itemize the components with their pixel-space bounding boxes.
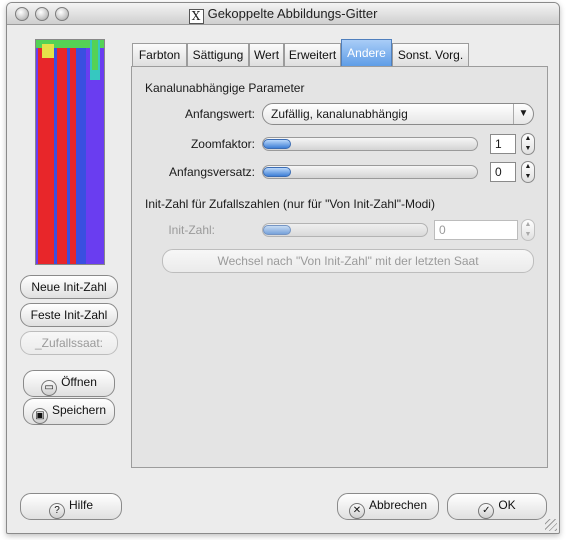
title-bar: X Gekoppelte Abbildungs-Gitter <box>7 3 559 25</box>
initial-value-select[interactable]: Zufällig, kanalunabhängig ▼ <box>262 103 534 125</box>
save-button-label: Speichern <box>51 403 107 417</box>
switch-to-seed-button[interactable]: Wechsel nach "Von Init-Zahl" mit der let… <box>162 249 534 273</box>
folder-icon: ▭ <box>41 380 58 396</box>
initial-value-selected: Zufällig, kanalunabhängig <box>271 107 408 121</box>
chevron-down-icon: ▼ <box>513 104 533 124</box>
open-button[interactable]: ▭ Öffnen <box>23 370 115 397</box>
preview-stripe <box>76 40 86 264</box>
new-seed-button[interactable]: Neue Init-Zahl <box>20 275 118 299</box>
save-button[interactable]: ▣ Speichern <box>23 398 115 425</box>
seed-label: Init-Zahl: <box>168 223 215 237</box>
seed-slider-thumb[interactable] <box>263 225 291 235</box>
preview-stripe <box>57 40 67 264</box>
zoom-slider-thumb[interactable] <box>263 139 291 149</box>
help-icon: ? <box>48 503 65 519</box>
ok-button[interactable]: ✓ OK <box>447 493 547 520</box>
help-button[interactable]: ? Hilfe <box>20 493 122 520</box>
cancel-button-label: Abbrechen <box>368 498 428 512</box>
tab-erweitert[interactable]: Erweitert <box>284 43 341 67</box>
ok-button-label: OK <box>498 498 516 512</box>
random-seed-button[interactable]: _Zufallssaat: <box>20 331 118 355</box>
seed-field[interactable]: 0 <box>434 220 518 240</box>
section-heading-seed: Init-Zahl für Zufallszahlen (nur für "Vo… <box>145 197 435 211</box>
resize-grip-icon[interactable] <box>545 519 557 531</box>
zoom-field[interactable]: 1 <box>490 134 516 154</box>
tab-andere[interactable]: Andere <box>341 39 392 67</box>
preview-stripe <box>92 40 98 70</box>
tab-sonst-vorg[interactable]: Sonst. Vorg. <box>392 43 469 67</box>
disk-icon: ▣ <box>31 408 48 424</box>
tab-saettigung[interactable]: Sättigung <box>187 43 249 67</box>
section-heading-channel: Kanalunabhängige Parameter <box>145 81 305 95</box>
open-button-label: Öffnen <box>61 375 97 389</box>
tab-panel-andere: Kanalunabhängige Parameter Anfangswert: … <box>131 66 548 468</box>
seed-spinner[interactable]: ▲ ▼ <box>521 219 535 241</box>
window-title-text: Gekoppelte Abbildungs-Gitter <box>207 6 378 21</box>
tab-wert[interactable]: Wert <box>249 43 284 67</box>
dialog-window: X Gekoppelte Abbildungs-Gitter Neue Init-… <box>6 2 560 534</box>
zoom-label: Zoomfaktor: <box>190 137 255 151</box>
zoom-spinner[interactable]: ▲ ▼ <box>521 133 535 155</box>
zoom-slider[interactable] <box>262 137 478 151</box>
seed-slider[interactable] <box>262 223 428 237</box>
x11-icon: X <box>188 9 204 24</box>
help-button-label: Hilfe <box>68 498 93 512</box>
window-title: X Gekoppelte Abbildungs-Gitter <box>7 6 559 24</box>
offset-spinner[interactable]: ▲ ▼ <box>521 161 535 183</box>
close-icon: ✕ <box>348 503 365 519</box>
offset-field[interactable]: 0 <box>490 162 516 182</box>
cancel-button[interactable]: ✕ Abbrechen <box>337 493 439 520</box>
tab-farbton[interactable]: Farbton <box>132 43 187 67</box>
offset-slider-thumb[interactable] <box>263 167 291 177</box>
preview-stripe <box>42 44 54 58</box>
fixed-seed-button[interactable]: Feste Init-Zahl <box>20 303 118 327</box>
offset-label: Anfangsversatz: <box>168 165 255 179</box>
checkmark-icon: ✓ <box>478 503 495 519</box>
offset-slider[interactable] <box>262 165 478 179</box>
preview-stripe <box>38 40 54 264</box>
preview-thumbnail <box>35 39 105 265</box>
initial-value-label: Anfangswert: <box>184 107 255 121</box>
